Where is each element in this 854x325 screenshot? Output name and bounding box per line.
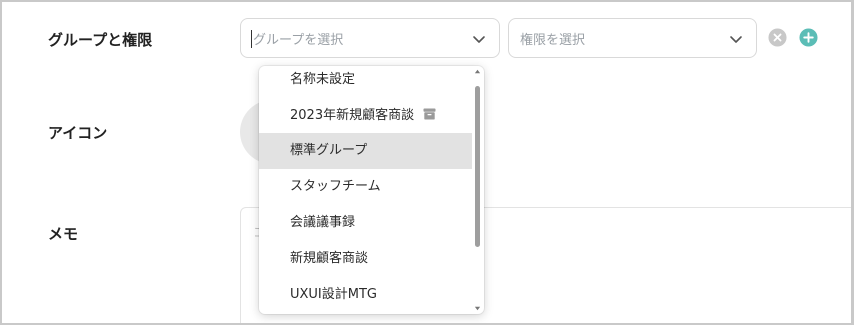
option-label: 名称未設定: [290, 72, 356, 87]
memo-label: メモ: [48, 225, 79, 243]
option-label: 2023年新規顧客商談: [290, 108, 415, 123]
group-select-placeholder: グループを選択: [253, 33, 344, 48]
dropdown-option[interactable]: 新規顧客商談: [259, 241, 472, 277]
dropdown-option[interactable]: 名称未設定: [259, 66, 472, 98]
dropdown-option-highlighted[interactable]: 標準グループ: [259, 133, 472, 169]
chevron-down-icon[interactable]: [471, 31, 487, 47]
dropdown-option[interactable]: 会議議事録: [259, 205, 472, 241]
option-label: UXUI設計MTG: [290, 287, 378, 302]
scroll-up-arrow-icon[interactable]: [474, 68, 481, 75]
group-select[interactable]: グループを選択: [240, 18, 500, 58]
clear-button[interactable]: [768, 28, 787, 47]
scrollbar-thumb[interactable]: [475, 86, 480, 247]
group-dropdown-menu[interactable]: 名称未設定 2023年新規顧客商談 標準グループ スタッフチーム 会議議事録 新…: [259, 66, 484, 314]
form-panel: グループと権限 グループを選択 権限を選択 アイコン メモ コ 名称未設定 20…: [2, 2, 851, 323]
icon-label: アイコン: [48, 124, 108, 142]
option-label: 会議議事録: [290, 215, 356, 230]
archive-box-icon: [423, 108, 436, 120]
option-label: 新規顧客商談: [290, 251, 369, 266]
add-button[interactable]: [799, 28, 818, 47]
option-label: 標準グループ: [290, 143, 368, 158]
permission-select-placeholder: 権限を選択: [520, 33, 586, 48]
option-label: スタッフチーム: [290, 179, 381, 194]
dropdown-scrollbar[interactable]: [473, 66, 482, 314]
text-cursor: [251, 30, 252, 48]
dropdown-option[interactable]: UXUI設計MTG: [259, 277, 472, 313]
group-permission-label: グループと権限: [48, 31, 153, 49]
dropdown-option[interactable]: 2023年新規顧客商談: [259, 98, 472, 134]
scroll-down-arrow-icon[interactable]: [474, 305, 481, 312]
dropdown-option[interactable]: スタッフチーム: [259, 169, 472, 205]
chevron-down-icon[interactable]: [728, 31, 744, 47]
permission-select[interactable]: 権限を選択: [508, 18, 757, 58]
